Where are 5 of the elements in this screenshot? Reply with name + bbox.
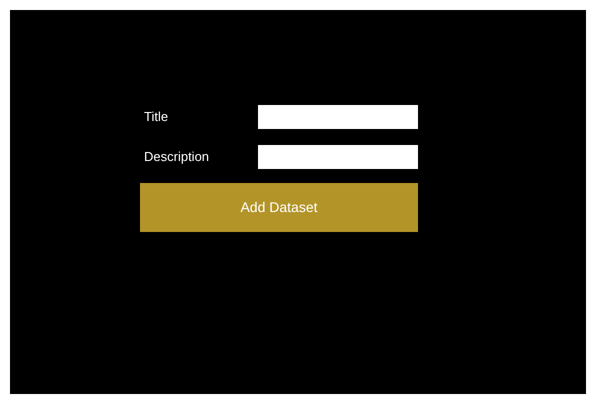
- field-label: Title: [143, 108, 168, 126]
- add-dataset-button[interactable]: Add Dataset: [140, 183, 418, 232]
- text-field[interactable]: [258, 145, 418, 169]
- field-label: Description: [143, 148, 210, 166]
- text-field[interactable]: [258, 105, 418, 129]
